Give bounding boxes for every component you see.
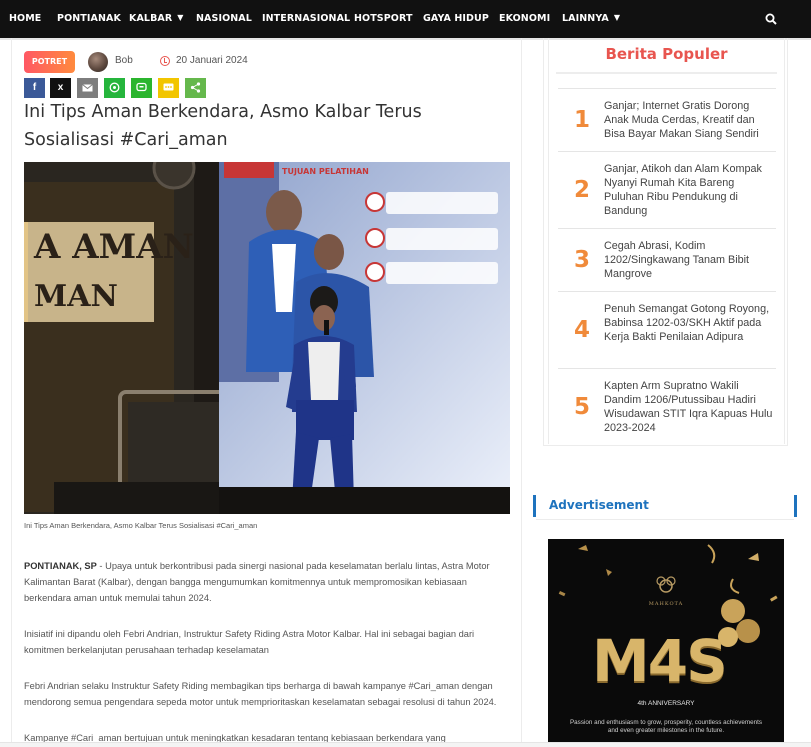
top-navigation: HOME PONTIANAK KALBAR ▼ NASIONAL INTERNAS… <box>0 0 811 38</box>
nav-hotsport[interactable]: HOTSPORT <box>354 0 413 38</box>
hero-photo: A AMAN MAN TUJUAN PELATIHAN <box>24 162 510 514</box>
advertisement-header: Advertisement <box>533 495 797 517</box>
article-column: POTRET Bob 20 Januari 2024 f x Ini Tips … <box>11 38 522 747</box>
advertisement-divider <box>536 519 794 520</box>
nav-pontianak[interactable]: PONTIANAK <box>57 0 121 38</box>
whatsapp-share-button[interactable] <box>104 78 125 98</box>
article-paragraph: PONTIANAK, SP - Upaya untuk berkontribus… <box>24 558 508 606</box>
nav-kalbar-label: KALBAR <box>129 13 173 24</box>
nav-gaya-hidup[interactable]: GAYA HIDUP <box>423 0 489 38</box>
article-paragraph: Inisiatif ini dipandu oleh Febri Andrian… <box>24 629 475 655</box>
article-paragraph: Febri Andrian selaku Instruktur Safety R… <box>24 681 497 707</box>
nav-lainnya[interactable]: LAINNYA ▼ <box>562 0 620 38</box>
advertisement-banner[interactable]: MAHKOTA M4S 4th ANNIVERSARY Passion and … <box>548 539 784 747</box>
share-icon <box>190 82 201 93</box>
share-more-button[interactable] <box>185 78 206 98</box>
nav-lainnya-label: LAINNYA <box>562 13 609 24</box>
popular-item[interactable]: 5 Kapten Arm Supratno Wakili Dandim 1206… <box>558 368 776 444</box>
image-caption: Ini Tips Aman Berkendara, Asmo Kalbar Te… <box>24 521 258 530</box>
sms-share-button[interactable] <box>158 78 179 98</box>
popular-title-underline <box>556 72 777 74</box>
article-title: Ini Tips Aman Berkendara, Asmo Kalbar Te… <box>24 102 422 150</box>
banner-text-2: MAN <box>34 279 118 314</box>
author-avatar <box>88 52 108 72</box>
popular-rank: 5 <box>574 394 591 420</box>
popular-headline[interactable]: Cegah Abrasi, Kodim 1202/Singkawang Tana… <box>604 239 776 281</box>
email-share-button[interactable] <box>77 78 98 98</box>
category-badge[interactable]: POTRET <box>24 51 75 73</box>
author-name[interactable]: Bob <box>115 55 133 66</box>
popular-news-title: Berita Populer <box>605 45 728 63</box>
popular-item[interactable]: 1 Ganjar; Internet Gratis Dorong Anak Mu… <box>558 88 776 152</box>
nav-nasional[interactable]: NASIONAL <box>196 0 252 38</box>
banner-text: A AMAN <box>33 227 194 267</box>
x-icon: x <box>57 82 64 93</box>
popular-news-widget: Berita Populer 1 Ganjar; Internet Gratis… <box>543 38 788 446</box>
popular-headline[interactable]: Ganjar, Atikoh dan Alam Kompak Nyanyi Ru… <box>604 162 776 218</box>
search-icon[interactable] <box>765 13 777 25</box>
popular-item[interactable]: 4 Penuh Semangat Gotong Royong, Babinsa … <box>558 291 776 369</box>
popular-headline[interactable]: Kapten Arm Supratno Wakili Dandim 1206/P… <box>604 379 776 435</box>
nav-ekonomi[interactable]: EKONOMI <box>499 0 550 38</box>
popular-headline[interactable]: Penuh Semangat Gotong Royong, Babinsa 12… <box>604 302 776 344</box>
x-share-button[interactable]: x <box>50 78 71 98</box>
popular-rank: 3 <box>574 247 591 273</box>
ad-brand-logo: MAHKOTA <box>648 601 684 607</box>
whatsapp-icon <box>109 82 120 93</box>
ad-tagline: Passion and enthusiasm to grow, prosperi… <box>569 719 763 734</box>
advertisement-title: Advertisement <box>549 498 649 512</box>
article-hero-image[interactable]: A AMAN MAN TUJUAN PELATIHAN <box>24 162 510 514</box>
ad-headline: M4S <box>592 627 728 695</box>
article-meta: POTRET Bob 20 Januari 2024 <box>24 51 504 73</box>
email-icon <box>82 84 93 92</box>
chevron-down-icon: ▼ <box>177 13 184 22</box>
popular-rank: 4 <box>574 317 591 343</box>
chevron-down-icon: ▼ <box>613 13 621 22</box>
slide-heading: TUJUAN PELATIHAN <box>282 167 369 176</box>
line-icon <box>136 82 147 92</box>
facebook-icon: f <box>32 82 37 93</box>
popular-item[interactable]: 3 Cegah Abrasi, Kodim 1202/Singkawang Ta… <box>558 228 776 292</box>
popular-item[interactable]: 2 Ganjar, Atikoh dan Alam Kompak Nyanyi … <box>558 151 776 229</box>
nav-kalbar[interactable]: KALBAR ▼ <box>129 0 184 38</box>
popular-headline[interactable]: Ganjar; Internet Gratis Dorong Anak Muda… <box>604 99 776 141</box>
page-bottom-edge <box>0 742 811 747</box>
nav-internasional[interactable]: INTERNASIONAL <box>262 0 350 38</box>
sms-icon <box>163 83 174 91</box>
facebook-share-button[interactable]: f <box>24 78 45 98</box>
popular-rank: 1 <box>574 107 591 133</box>
dateline: PONTIANAK, SP <box>24 561 97 571</box>
popular-rank: 2 <box>574 177 591 203</box>
ad-anniversary: 4th ANNIVERSARY <box>637 700 695 707</box>
share-buttons: f x <box>24 78 224 98</box>
clock-icon <box>160 56 170 66</box>
nav-home[interactable]: HOME <box>9 0 41 38</box>
line-share-button[interactable] <box>131 78 152 98</box>
publish-date: 20 Januari 2024 <box>176 55 248 66</box>
